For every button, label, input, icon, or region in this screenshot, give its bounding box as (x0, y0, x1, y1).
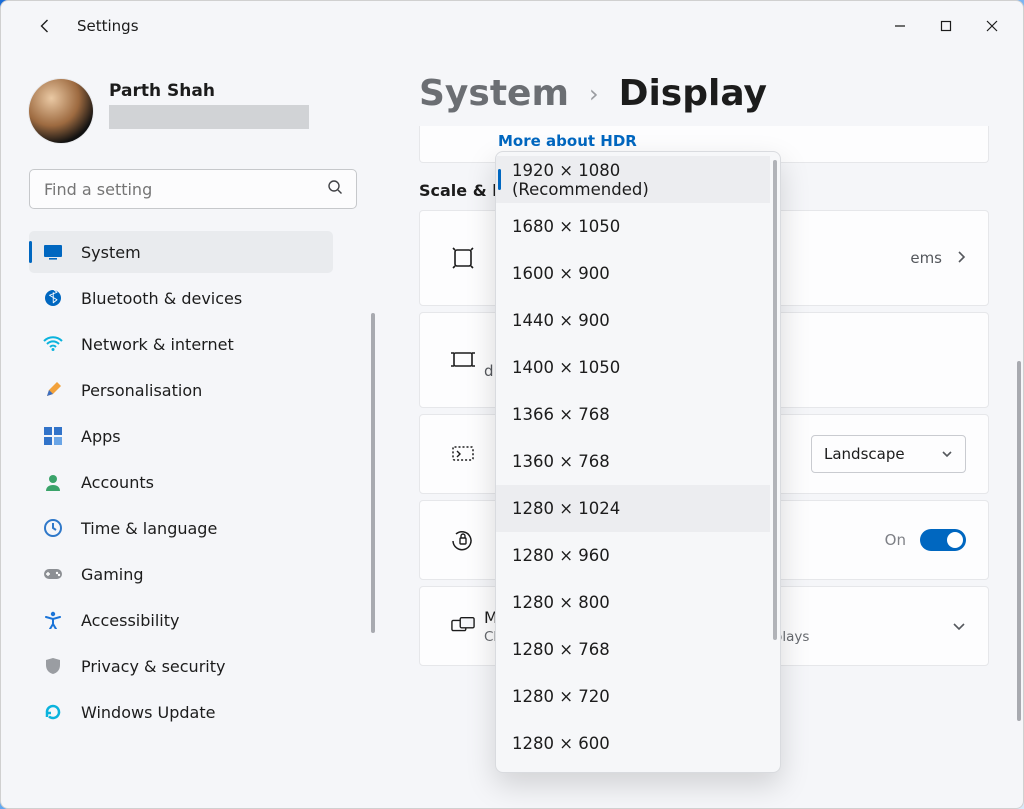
sidebar-item-label: Apps (81, 427, 121, 446)
rotation-toggle[interactable] (920, 529, 966, 551)
apps-icon (43, 426, 63, 446)
search-field-wrap (29, 169, 357, 209)
sidebar-item-windows-update[interactable]: Windows Update (29, 691, 333, 733)
clock-globe-icon (43, 518, 63, 538)
sidebar-item-label: Bluetooth & devices (81, 289, 242, 308)
sidebar-item-privacy[interactable]: Privacy & security (29, 645, 333, 687)
chevron-right-icon (956, 249, 966, 268)
resolution-option[interactable]: 1280 × 768 (496, 626, 770, 673)
sidebar-item-label: Gaming (81, 565, 144, 584)
paintbrush-icon (43, 380, 63, 400)
sidebar-item-label: Time & language (81, 519, 217, 538)
resolution-dropdown[interactable]: 1920 × 1080 (Recommended) 1680 × 1050 16… (495, 151, 781, 773)
breadcrumb-current: Display (619, 73, 767, 114)
sidebar-nav: System Bluetooth & devices Network & int… (29, 231, 357, 733)
resolution-option[interactable]: 1920 × 1080 (Recommended) (496, 156, 770, 203)
chevron-down-icon (952, 617, 966, 636)
settings-window: Settings Parth Shah (0, 0, 1024, 809)
sidebar-item-accounts[interactable]: Accounts (29, 461, 333, 503)
resolution-option[interactable]: 1280 × 800 (496, 579, 770, 626)
app-title: Settings (77, 17, 139, 35)
resolution-option[interactable]: 1600 × 900 (496, 250, 770, 297)
back-button[interactable] (25, 6, 65, 46)
resolution-icon (442, 348, 484, 372)
resolution-option[interactable]: 1400 × 1050 (496, 344, 770, 391)
scale-tail-text: ems (910, 249, 942, 267)
sidebar-item-gaming[interactable]: Gaming (29, 553, 333, 595)
sidebar-item-system[interactable]: System (29, 231, 333, 273)
avatar (29, 79, 93, 143)
sidebar: Parth Shah System Bluetooth & devices (1, 51, 371, 808)
sidebar-item-label: System (81, 243, 141, 262)
resolution-option[interactable]: 1366 × 768 (496, 391, 770, 438)
minimize-button[interactable] (877, 6, 923, 46)
profile-block[interactable]: Parth Shah (29, 79, 357, 143)
sidebar-item-label: Network & internet (81, 335, 234, 354)
system-icon (43, 242, 63, 262)
sidebar-item-label: Accounts (81, 473, 154, 492)
sidebar-item-network[interactable]: Network & internet (29, 323, 333, 365)
sidebar-item-label: Accessibility (81, 611, 179, 630)
gamepad-icon (43, 564, 63, 584)
chevron-right-icon: › (589, 80, 599, 108)
resolution-option[interactable]: 1280 × 960 (496, 532, 770, 579)
sidebar-item-personalisation[interactable]: Personalisation (29, 369, 333, 411)
sidebar-item-time-language[interactable]: Time & language (29, 507, 333, 549)
accessibility-icon (43, 610, 63, 630)
breadcrumb-parent[interactable]: System (419, 73, 569, 114)
multiple-displays-icon (442, 614, 484, 638)
person-icon (43, 472, 63, 492)
sidebar-item-label: Privacy & security (81, 657, 225, 676)
update-icon (43, 702, 63, 722)
window-controls (877, 6, 1015, 46)
orientation-value: Landscape (824, 445, 905, 463)
orientation-icon (442, 442, 484, 466)
shield-icon (43, 656, 63, 676)
close-icon (986, 20, 998, 32)
sidebar-item-accessibility[interactable]: Accessibility (29, 599, 333, 641)
profile-name: Parth Shah (109, 81, 309, 101)
resolution-option[interactable]: 1280 × 720 (496, 673, 770, 720)
sidebar-item-label: Windows Update (81, 703, 215, 722)
close-button[interactable] (969, 6, 1015, 46)
search-input[interactable] (29, 169, 357, 209)
arrow-left-icon (37, 18, 53, 34)
chevron-down-icon (941, 448, 953, 460)
titlebar: Settings (1, 1, 1023, 51)
scale-icon (442, 246, 484, 270)
rotation-state: On (885, 531, 906, 549)
maximize-button[interactable] (923, 6, 969, 46)
resolution-option[interactable]: 1360 × 768 (496, 438, 770, 485)
sidebar-item-label: Personalisation (81, 381, 202, 400)
dropdown-scrollbar[interactable] (770, 152, 780, 772)
sidebar-item-bluetooth[interactable]: Bluetooth & devices (29, 277, 333, 319)
minimize-icon (894, 20, 906, 32)
resolution-option[interactable]: 1440 × 900 (496, 297, 770, 344)
resolution-option-list: 1920 × 1080 (Recommended) 1680 × 1050 16… (496, 152, 770, 772)
orientation-select[interactable]: Landscape (811, 435, 966, 473)
resolution-option[interactable]: 1680 × 1050 (496, 203, 770, 250)
sidebar-item-apps[interactable]: Apps (29, 415, 333, 457)
profile-email-redacted (109, 105, 309, 129)
wifi-icon (43, 334, 63, 354)
breadcrumb: System › Display (419, 73, 989, 114)
rotation-lock-icon (442, 528, 484, 552)
hdr-link[interactable]: More about HDR (498, 132, 637, 150)
search-icon (327, 179, 343, 199)
resolution-option[interactable]: 1280 × 1024 (496, 485, 770, 532)
resolution-option[interactable]: 1280 × 600 (496, 720, 770, 767)
bluetooth-icon (43, 288, 63, 308)
maximize-icon (940, 20, 952, 32)
